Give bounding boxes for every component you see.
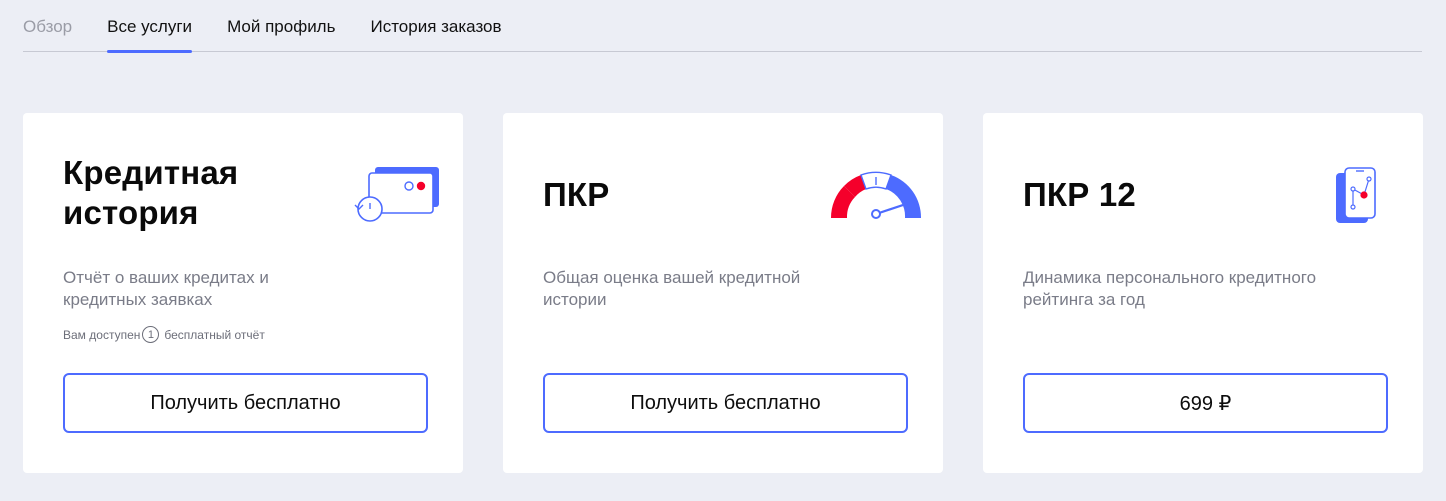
tab-bar: Обзор Все услуги Мой профиль История зак… xyxy=(23,0,1422,53)
free-report-count: 1 xyxy=(142,326,160,343)
service-card-pkr: ПКР Общая оценка вашей кредитной истории… xyxy=(503,113,943,473)
phone-chart-icon xyxy=(1336,167,1376,223)
service-card-credit-history: Кредитная история Отчёт о ваших кредитах… xyxy=(23,113,463,473)
tab-order-history[interactable]: История заказов xyxy=(370,0,501,52)
buy-price-button[interactable]: 699 ₽ xyxy=(1023,373,1388,433)
note-prefix: Вам доступен xyxy=(63,327,141,342)
tab-all-services[interactable]: Все услуги xyxy=(107,0,192,53)
credit-cards-history-icon xyxy=(354,167,439,222)
note-suffix: бесплатный отчёт xyxy=(164,327,265,342)
get-free-button[interactable]: Получить бесплатно xyxy=(63,373,428,433)
tab-overview[interactable]: Обзор xyxy=(23,0,72,52)
card-title: ПКР xyxy=(543,176,610,213)
tab-my-profile[interactable]: Мой профиль xyxy=(227,0,335,52)
card-title-line1: Кредитная xyxy=(63,154,239,191)
card-description: Общая оценка вашей кредитной истории xyxy=(543,268,801,309)
card-description: Отчёт о ваших кредитах и кредитных заявк… xyxy=(63,268,269,309)
card-title: Кредитная история xyxy=(63,153,238,233)
card-title: ПКР 12 xyxy=(1023,176,1136,213)
speedometer-icon xyxy=(830,171,922,219)
card-description: Динамика персонального кредитного рейтин… xyxy=(1023,268,1317,309)
free-report-note: Вам доступен 1 бесплатный отчёт xyxy=(63,326,265,343)
card-title-line2: история xyxy=(63,194,199,231)
service-card-pkr-12: ПКР 12 Динамика персонального кредитного… xyxy=(983,113,1423,473)
get-free-button[interactable]: Получить бесплатно xyxy=(543,373,908,433)
